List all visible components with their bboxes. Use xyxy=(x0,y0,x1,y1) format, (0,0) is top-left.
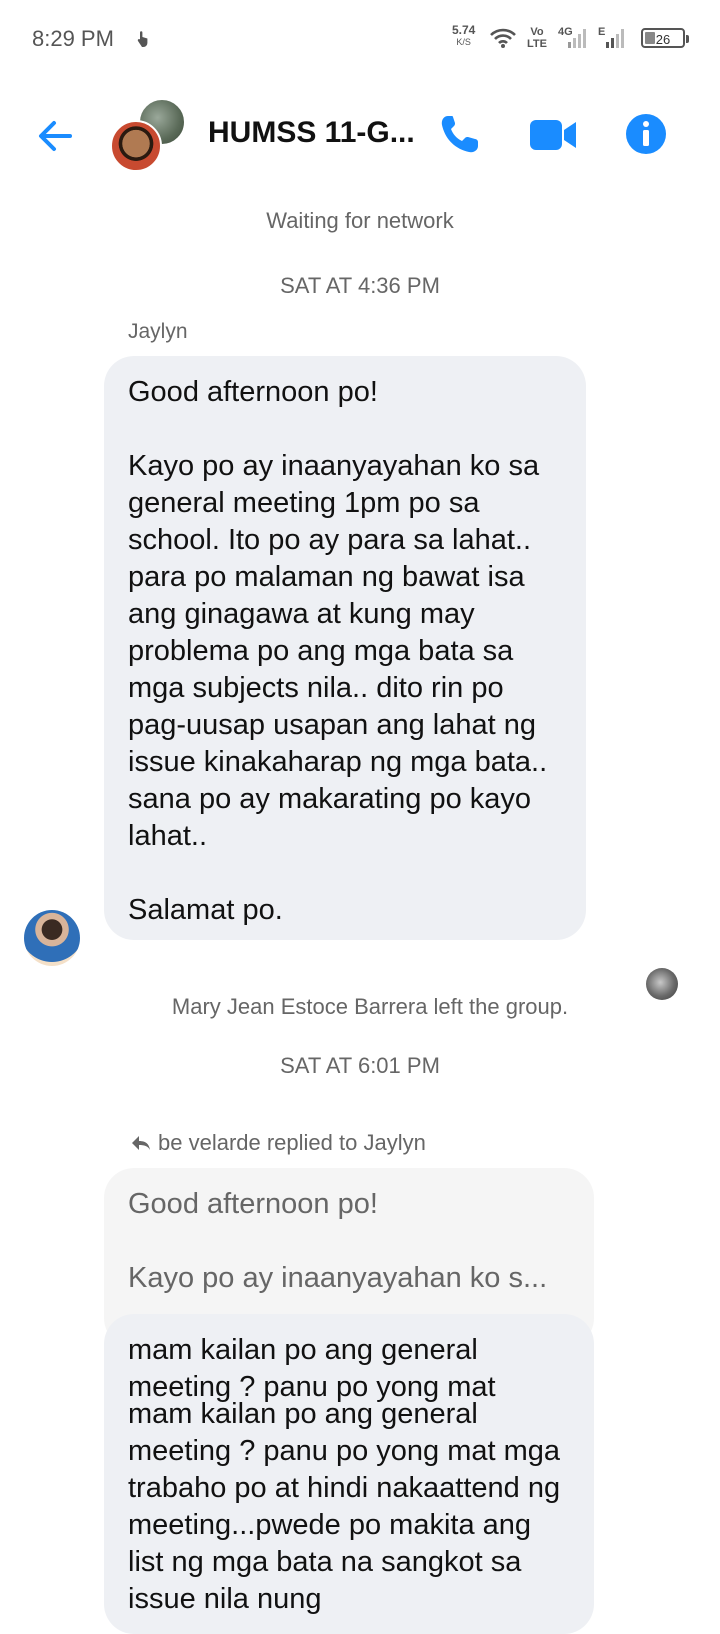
message-text: Good afternoon po! Kayo po ay inaanyayah… xyxy=(128,376,548,926)
signal-4g-icon: 4G xyxy=(558,26,586,48)
system-notice: Mary Jean Estoce Barrera left the group. xyxy=(171,994,569,1019)
gesture-hand-icon xyxy=(137,31,148,47)
volte-indicator: Vo LTE xyxy=(527,26,547,50)
group-member-avatar xyxy=(110,120,162,172)
back-arrow-icon[interactable] xyxy=(34,114,78,158)
signal-e-icon: E xyxy=(598,26,624,48)
timestamp: SAT AT 4:36 PM xyxy=(280,273,440,298)
timestamp: SAT AT 6:01 PM xyxy=(280,1053,440,1078)
message-sender: Jaylyn xyxy=(128,320,188,343)
sender-avatar[interactable] xyxy=(24,910,80,966)
battery-level: 26 xyxy=(655,32,671,47)
network-speed: 5.74 K/S xyxy=(452,23,476,47)
reply-arrow-icon xyxy=(132,1136,150,1150)
quoted-text: Kayo po ay inaanyayahan ko s... xyxy=(128,1262,548,1294)
phone-icon[interactable] xyxy=(436,112,482,158)
battery-icon: 26 xyxy=(641,28,689,48)
status-time: 8:29 PM xyxy=(32,26,114,51)
message-bubble[interactable]: Good afternoon po! Kayo po ay inaanyayah… xyxy=(104,356,586,940)
chat-header: HUMSS 11-G... xyxy=(0,90,720,180)
network-status: Waiting for network xyxy=(266,208,454,233)
status-bar: 8:29 PM 5.74 K/S Vo LTE 4G E 26 xyxy=(0,0,720,80)
svg-text:4G: 4G xyxy=(558,26,573,38)
svg-text:E: E xyxy=(598,26,605,38)
video-call-icon[interactable] xyxy=(528,112,578,158)
quoted-text: Good afternoon po! xyxy=(128,1188,378,1220)
info-icon[interactable] xyxy=(624,112,668,156)
reply-label: be velarde replied to Jaylyn xyxy=(130,1130,426,1156)
reply-text-preview: mam kailan po ang general meeting ? panu… xyxy=(128,1334,496,1403)
reply-message-bubble[interactable]: mam kailan po ang general meeting ? panu… xyxy=(104,1314,594,1634)
group-avatar[interactable] xyxy=(110,98,190,178)
chat-title[interactable]: HUMSS 11-G... xyxy=(208,116,415,150)
reply-text: mam kailan po ang general meeting ? panu… xyxy=(128,1398,561,1615)
wifi-icon xyxy=(490,28,516,48)
